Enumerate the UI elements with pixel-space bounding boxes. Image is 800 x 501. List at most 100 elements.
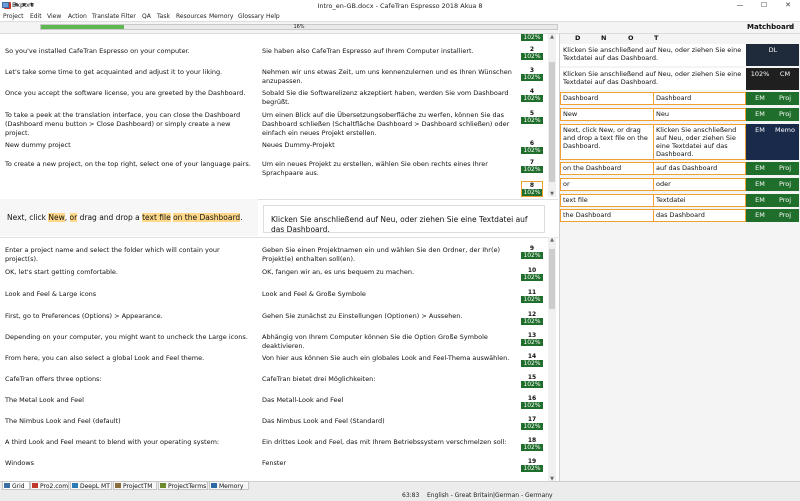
menu-item-resources[interactable]: Resources	[176, 13, 207, 20]
segment-target[interactable]: Neues Dummy-Projekt	[262, 141, 517, 150]
export-button[interactable]: Export	[2, 1, 33, 10]
segment-status[interactable]: 102%	[521, 34, 543, 41]
segment-target[interactable]: Um einen Blick auf die Übersetzungsoberf…	[262, 111, 517, 138]
matchboard-row[interactable]: New Neu EM Proj	[560, 108, 799, 121]
segment-status[interactable]: 14 102%	[521, 353, 543, 367]
bottom-tab-memory[interactable]: Memory	[209, 481, 249, 490]
segment-target[interactable]: Abhängig von Ihrem Computer können Sie d…	[262, 333, 517, 351]
active-target-text[interactable]: Klicken Sie anschließend auf Neu, oder z…	[271, 215, 541, 235]
close-button[interactable]: ✕	[776, 0, 800, 11]
menu-item-action[interactable]: Action	[68, 13, 87, 20]
export-label: Export	[12, 1, 34, 9]
matchboard-col-separator	[653, 194, 654, 207]
segment-target[interactable]: Um ein neues Projekt zu erstellen, wähle…	[262, 160, 517, 178]
segment-status[interactable]: 16 102%	[521, 395, 543, 409]
segment-status[interactable]: 17 102%	[521, 416, 543, 430]
scroll-up-icon[interactable]: ▲	[548, 34, 556, 40]
match-percent-badge: 102%	[521, 117, 543, 124]
segment-target[interactable]: Fenster	[262, 459, 517, 468]
segment-target[interactable]: Gehen Sie zunächst zu Einstellungen (Opt…	[262, 312, 517, 321]
matchboard-row[interactable]: or oder EM Proj	[560, 178, 799, 191]
bottom-tab-projecttm[interactable]: ProjectTM	[113, 481, 157, 490]
segment-status[interactable]: 7 102%	[521, 159, 543, 173]
minimize-button[interactable]: —	[728, 0, 752, 11]
matchboard-row[interactable]: text file Textdatei EM Proj	[560, 194, 799, 207]
segment-target[interactable]: Geben Sie einen Projektnamen ein und wäh…	[262, 246, 517, 264]
scrollbar-top[interactable]: ▲ ▼	[548, 34, 556, 197]
menu-item-filter[interactable]: Filter	[121, 13, 136, 20]
language-pair: English - Great Britain|German - Germany	[427, 492, 553, 499]
menu-item-task[interactable]: Task	[157, 13, 170, 20]
menu-item-edit[interactable]: Edit	[30, 13, 42, 20]
segment-status[interactable]: 8 102%	[521, 181, 543, 197]
matchboard-row[interactable]: Klicken Sie anschließend auf Neu, oder z…	[560, 68, 799, 90]
matchboard-row[interactable]: on the Dashboard auf das Dashboard EM Proj	[560, 162, 799, 175]
segment-status[interactable]: 19 102%	[521, 458, 543, 472]
segment-status[interactable]: 2 102%	[521, 46, 543, 60]
segment-target[interactable]: Ein drittes Look and Feel, das mit Ihrem…	[262, 438, 517, 447]
segment-source: To take a peek at the translation interf…	[5, 111, 241, 137]
segment-target[interactable]: Von hier aus können Sie auch ein globale…	[262, 354, 517, 363]
maximize-button[interactable]: ☐	[752, 0, 776, 11]
match-source-badge: Proj	[778, 164, 792, 172]
segment-status[interactable]: 18 102%	[521, 437, 543, 451]
match-type-badge: EM	[755, 180, 765, 188]
segment-target[interactable]: Look and Feel & Große Symbole	[262, 290, 517, 299]
matchboard-tab-o[interactable]: O	[628, 34, 634, 42]
matchboard-tab-t[interactable]: T	[654, 34, 658, 42]
scrollbar-bottom[interactable]: ▲ ▼	[548, 237, 556, 482]
scroll-thumb-bottom[interactable]	[549, 249, 555, 309]
segment-target[interactable]: Nehmen wir uns etwas Zeit, um uns kennen…	[262, 68, 517, 86]
menu-item-memory[interactable]: Memory	[209, 13, 233, 20]
segment-status[interactable]: 6 102%	[521, 140, 543, 154]
term-highlight: text file	[142, 213, 171, 222]
segment-status[interactable]: 12 102%	[521, 311, 543, 325]
bottom-tab-pro2-com[interactable]: Pro2.com	[30, 481, 69, 490]
matchboard-target: Klicken Sie anschließend auf Neu, oder z…	[656, 126, 737, 158]
segment-source: New dummy project	[5, 141, 71, 149]
segment-status[interactable]: 5 102%	[521, 110, 543, 124]
matchboard-tab-d[interactable]: D	[575, 34, 580, 42]
segment-source: To create a new project, on the top righ…	[5, 160, 251, 168]
matchboard-tabs: DNOT	[567, 34, 677, 43]
scroll-thumb-top[interactable]	[549, 62, 555, 182]
bottom-tab-projectterms[interactable]: ProjectTerms	[158, 481, 208, 490]
menu-item-qa[interactable]: QA	[142, 13, 151, 20]
matchboard-source: New	[563, 110, 578, 118]
segment-status[interactable]: 11 102%	[521, 289, 543, 303]
segment-target[interactable]: CafeTran bietet drei Möglichkeiten:	[262, 375, 517, 384]
segment-target[interactable]: Das Metall-Look and Feel	[262, 396, 517, 405]
matchboard-close-icon[interactable]: ✕	[788, 23, 794, 31]
bottom-tab-deepl-mt[interactable]: DeepL MT	[70, 481, 112, 490]
matchboard-tab-n[interactable]: N	[601, 34, 606, 42]
menu-item-translate[interactable]: Translate	[92, 13, 119, 20]
segment-target[interactable]: Sobald Sie die Softwarelizenz akzeptiert…	[262, 89, 517, 107]
segment-status[interactable]: 15 102%	[521, 374, 543, 388]
segment-status[interactable]: 4 102%	[521, 88, 543, 102]
segment-status[interactable]: 13 102%	[521, 332, 543, 346]
segment-target[interactable]: OK, fangen wir an, es uns bequem zu mach…	[262, 268, 517, 277]
match-percent-badge: 102%	[521, 381, 543, 388]
matchboard-row[interactable]: the Dashboard das Dashboard EM Proj	[560, 209, 799, 222]
segment-number: 6	[529, 140, 535, 147]
menu-item-project[interactable]: Project	[3, 13, 24, 20]
segment-status[interactable]: 10 102%	[521, 267, 543, 281]
source-fragment: drag and drop a	[77, 213, 143, 222]
menu-item-help[interactable]: Help	[266, 13, 280, 20]
menu-item-view[interactable]: View	[47, 13, 61, 20]
scroll-down-icon[interactable]: ▼	[548, 191, 556, 197]
segment-status[interactable]: 9 102%	[521, 245, 543, 259]
matchboard-row[interactable]: Next, click New, or drag and drop a text…	[560, 124, 799, 160]
matchboard-col-separator	[653, 92, 654, 105]
segment-source: Look and Feel & Large icons	[5, 290, 97, 298]
match-type-badge: EM	[755, 164, 765, 172]
segment-target[interactable]: Sie haben also CafeTran Espresso auf Ihr…	[262, 47, 517, 56]
scroll-up-icon[interactable]: ▲	[548, 237, 556, 243]
matchboard-row[interactable]: Dashboard Dashboard EM Proj	[560, 92, 799, 105]
segment-status[interactable]: 3 102%	[521, 67, 543, 81]
segment-number: 16	[527, 395, 537, 402]
segment-target[interactable]: Das Nimbus Look and Feel (Standard)	[262, 417, 517, 426]
bottom-tab-grid[interactable]: Grid	[2, 481, 30, 490]
menu-item-glossary[interactable]: Glossary	[238, 13, 264, 20]
matchboard-row[interactable]: Klicken Sie anschließend auf Neu, oder z…	[560, 44, 799, 66]
